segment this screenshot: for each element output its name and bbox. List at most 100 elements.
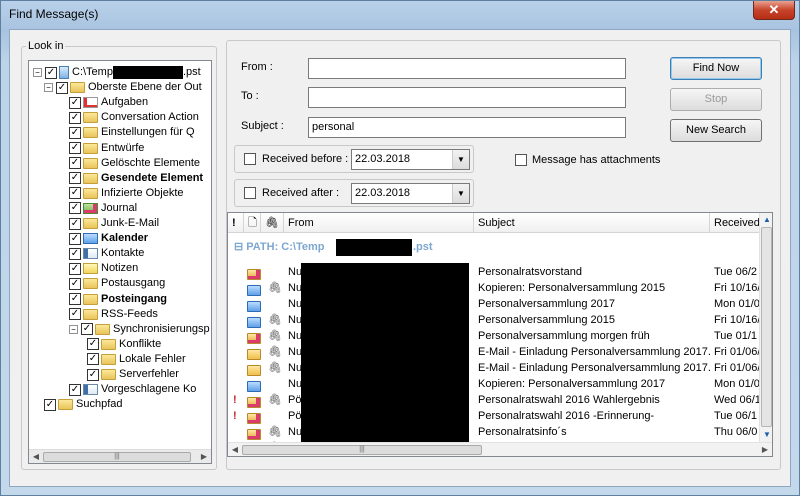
tree-node-checkbox[interactable]: ✓ (69, 187, 81, 200)
tree-node-checkbox[interactable]: ✓ (69, 142, 81, 154)
chevron-down-icon[interactable]: ▼ (452, 184, 469, 203)
column-received[interactable]: Received (710, 213, 760, 233)
column-type[interactable]: 🗋 (244, 213, 261, 233)
column-importance[interactable]: ! (228, 213, 244, 233)
tree-node[interactable]: − ✓ Synchronisierungsp (69, 322, 210, 337)
folder-tree[interactable]: ✓ Suchpfad ✓ Vorgeschlagene Ko ✓ Serverfehler… (28, 60, 212, 464)
tree-node-checkbox[interactable]: ✓ (87, 353, 99, 366)
tree-node-checkbox[interactable]: ✓ (69, 308, 81, 321)
tree-expander-icon[interactable]: − (33, 68, 42, 77)
received-before-group: Received before : 22.03.2018 ▼ (234, 145, 474, 173)
from-input[interactable] (308, 58, 626, 79)
tree-node[interactable]: − ✓ Oberste Ebene der Out (44, 80, 202, 95)
tree-node-label: Suchpfad (76, 398, 123, 411)
tree-node-label: Synchronisierungsp (113, 322, 210, 335)
tree-node[interactable]: ✓ Posteingang (69, 292, 167, 307)
tree-node[interactable]: ✓ Vorgeschlagene Ko (69, 382, 196, 397)
tree-node-checkbox[interactable]: ✓ (69, 202, 81, 215)
chevron-down-icon[interactable]: ▼ (452, 150, 469, 169)
tree-node-checkbox[interactable]: ✓ (69, 247, 81, 260)
tree-node[interactable]: ✓ Conversation Action (69, 110, 199, 125)
new-search-button[interactable]: New Search (670, 119, 762, 142)
tree-node[interactable]: ✓ Journal (69, 201, 137, 216)
tree-node[interactable]: ✓ Kalender (69, 231, 148, 246)
column-from[interactable]: From (284, 213, 474, 233)
tree-node-label: Lokale Fehler (119, 352, 186, 365)
column-attachment[interactable]: 🖇 (261, 213, 284, 233)
tree-node-checkbox[interactable]: ✓ (87, 368, 99, 381)
folder-icon (83, 142, 98, 154)
tree-node-checkbox[interactable]: ✓ (44, 398, 56, 411)
subject-cell: Personalratswahl 2016 Wahlergebnis (478, 394, 660, 406)
find-now-button[interactable]: Find Now (670, 57, 762, 80)
subject-cell: Kopieren: Personalversammlung 2017 (478, 378, 666, 390)
tree-node-checkbox[interactable]: ✓ (69, 157, 81, 170)
calendar-item-icon (247, 300, 261, 312)
tree-node-label: Aufgaben (101, 96, 149, 109)
tree-node-checkbox[interactable]: ✓ (69, 232, 81, 245)
results-hscroll-thumb[interactable]: ||| (242, 445, 482, 455)
scroll-left-icon[interactable]: ◀ (228, 443, 242, 456)
tree-node-label: Serverfehler (119, 368, 179, 380)
tree-node-label: Notizen (101, 262, 139, 275)
tree-node[interactable]: ✓ Serverfehler (87, 367, 179, 382)
tree-node[interactable]: ✓ Konflikte (87, 337, 161, 352)
to-input[interactable] (308, 87, 626, 108)
to-label: To : (241, 90, 259, 102)
tree-node[interactable]: ✓ Aufgaben (69, 95, 148, 110)
tree-node[interactable]: ✓ Postausgang (69, 276, 165, 291)
tree-expander-icon[interactable]: − (69, 324, 78, 334)
tree-node-checkbox[interactable]: ✓ (87, 338, 99, 351)
close-button[interactable]: ✕ (753, 1, 795, 20)
tree-node[interactable]: ✓ Infizierte Objekte (69, 186, 184, 201)
tree-node-checkbox[interactable]: ✓ (69, 172, 81, 185)
tree-node-checkbox[interactable]: ✓ (56, 81, 68, 94)
tree-node-checkbox[interactable]: ✓ (69, 293, 81, 305)
tree-node-checkbox[interactable]: ✓ (69, 111, 81, 124)
tree-node-checkbox[interactable]: ✓ (69, 126, 81, 139)
tree-node-checkbox[interactable]: ✓ (69, 383, 81, 396)
tree-node[interactable]: ✓ Gesendete Element (69, 171, 203, 186)
subject-input[interactable]: personal (308, 117, 626, 138)
tree-node[interactable]: − ✓ C:\Temp .pst (33, 65, 201, 80)
scroll-right-icon[interactable]: ▶ (758, 443, 772, 456)
subject-cell: E-Mail - Einladung Personalversammlung 2… (478, 346, 710, 358)
tree-node[interactable]: ✓ Junk-E-Mail (69, 216, 159, 231)
received-before-checkbox[interactable] (244, 153, 256, 165)
tree-expander-icon[interactable]: − (44, 83, 53, 93)
tree-node-checkbox[interactable]: ✓ (69, 262, 81, 275)
tree-scroll-thumb[interactable]: ||| (43, 452, 191, 462)
tree-node-label: Gelöschte Elemente (101, 156, 201, 169)
tree-node[interactable]: ✓ RSS-Feeds (69, 307, 158, 322)
tree-node-checkbox[interactable]: ✓ (69, 217, 81, 230)
tree-node-checkbox[interactable]: ✓ (69, 96, 81, 109)
tree-horizontal-scrollbar[interactable]: ◀ ||| ▶ (29, 449, 211, 463)
results-vertical-scrollbar[interactable]: ▲ ▼ (759, 213, 772, 442)
tree-node[interactable]: ✓ Entwürfe (69, 141, 144, 156)
tree-node-checkbox[interactable]: ✓ (69, 277, 81, 290)
received-before-date[interactable]: 22.03.2018 ▼ (351, 149, 470, 170)
tree-node[interactable]: ✓ Einstellungen für Q (69, 125, 195, 140)
title-bar[interactable]: Find Message(s) ✕ (1, 1, 800, 29)
received-after-date[interactable]: 22.03.2018 ▼ (351, 183, 470, 204)
stop-button[interactable]: Stop (670, 88, 762, 111)
tree-node[interactable]: ✓ Kontakte (69, 246, 144, 261)
folder-icon (101, 369, 116, 380)
scroll-left-icon[interactable]: ◀ (29, 450, 43, 463)
results-list[interactable]: ! 🗋 🖇 From Subject Received ⊟ PATH: C:\T… (227, 212, 773, 457)
tree-node[interactable]: ✓ Lokale Fehler (87, 352, 186, 367)
attachments-checkbox[interactable] (515, 154, 527, 166)
column-subject[interactable]: Subject (474, 213, 710, 233)
path-group-header[interactable]: ⊟ PATH: C:\Temp .pst (228, 236, 760, 258)
results-vscroll-thumb[interactable] (761, 227, 772, 427)
tree-node[interactable]: ✓ Notizen (69, 261, 138, 276)
scroll-down-icon[interactable]: ▼ (760, 428, 772, 442)
tree-node-checkbox[interactable]: ✓ (45, 66, 57, 79)
tree-node[interactable]: ✓ Gelöschte Elemente (69, 156, 200, 171)
scroll-up-icon[interactable]: ▲ (760, 213, 772, 227)
scroll-right-icon[interactable]: ▶ (197, 450, 211, 463)
tree-node[interactable]: ✓ Suchpfad (44, 397, 122, 412)
tree-node-checkbox[interactable]: ✓ (81, 323, 93, 336)
results-horizontal-scrollbar[interactable]: ◀ ||| ▶ (228, 442, 772, 456)
received-after-checkbox[interactable] (244, 187, 256, 199)
